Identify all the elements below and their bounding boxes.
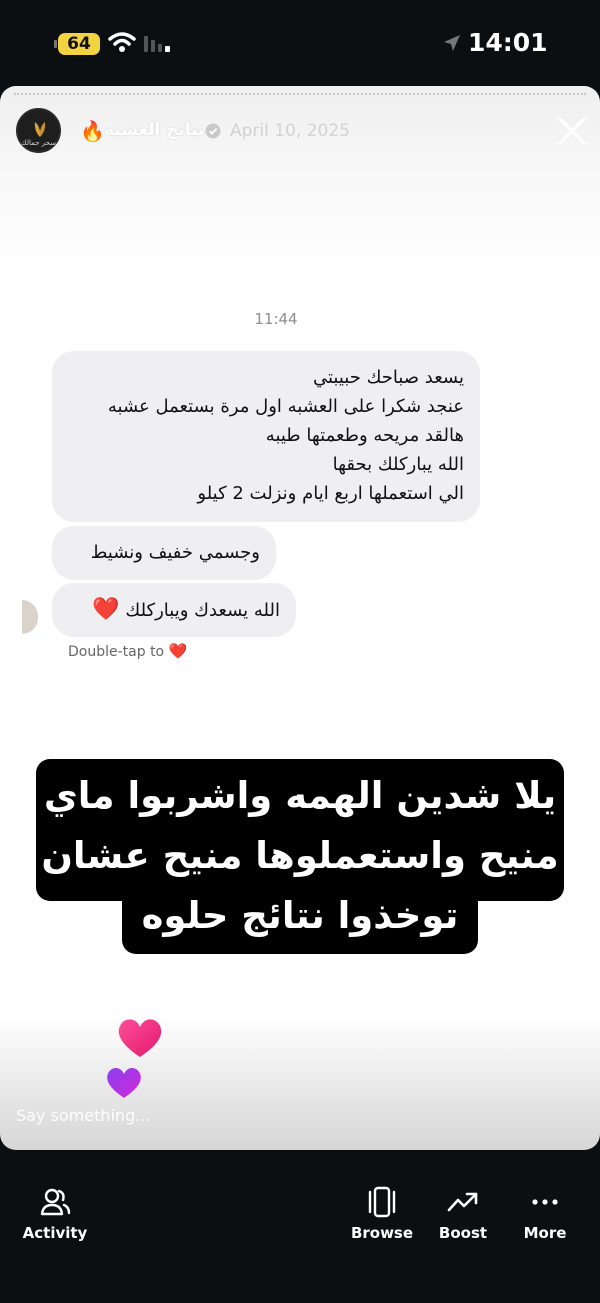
leaf-logo-icon — [34, 122, 46, 137]
reply-input[interactable]: Say something... — [16, 1106, 150, 1125]
chat-message-bubble: الله يسعدك ويباركلك ❤️ — [52, 583, 296, 637]
message-line: الي استعملها اربع ايام ونزلت 2 كيلو — [197, 483, 464, 504]
fire-emoji-icon: 🔥 — [80, 119, 105, 143]
sender-avatar — [22, 600, 38, 634]
wifi-icon — [108, 32, 136, 52]
floating-heart-icon — [118, 1019, 162, 1057]
chat-message-bubble: يسعد صباحك حبيبتي عنجد شكرا على العشبه ا… — [52, 351, 480, 522]
nav-boost-label: Boost — [438, 1224, 488, 1242]
nav-boost[interactable]: Boost — [432, 1186, 494, 1242]
more-icon — [532, 1199, 558, 1205]
message-text: وجسمي خفيف ونشيط — [90, 542, 260, 563]
message-line: هالقد مريحه وطعمتها طيبه — [265, 425, 464, 446]
nav-activity-label: Activity — [22, 1224, 88, 1242]
caption-line: توخذوا نتائج حلوه — [141, 894, 459, 937]
story-caption: يلا شدين الهمه واشربوا ماي منيح واستعملو… — [36, 766, 564, 946]
status-time: 14:01 — [468, 28, 548, 57]
battery-indicator: 64 — [58, 33, 100, 55]
nav-activity[interactable]: Activity — [18, 1186, 92, 1242]
status-bar: 64 14:01 — [0, 0, 600, 86]
chat-timestamp: 11:44 — [254, 310, 298, 328]
caption-line: يلا شدين الهمه واشربوا ماي — [43, 774, 557, 817]
trend-up-icon — [447, 1192, 478, 1212]
account-avatar[interactable]: سحر جمالك — [16, 108, 61, 153]
message-line: عنجد شكرا على العشبه اول مرة بستعمل عشبه — [107, 396, 464, 417]
nav-more-label: More — [523, 1224, 567, 1242]
message-text: الله يسعدك ويباركلك — [125, 600, 280, 621]
nav-browse-label: Browse — [350, 1224, 414, 1242]
chat-message-bubble: وجسمي خفيف ونشيط — [52, 526, 276, 580]
battery-nub — [54, 40, 57, 48]
double-tap-hint: Double-tap to ❤️ — [68, 642, 187, 660]
caption-line: منيح واستعملوها منيح عشان — [41, 834, 559, 877]
nav-browse[interactable]: Browse — [348, 1186, 416, 1242]
cellular-signal-icon — [144, 36, 170, 52]
location-arrow-icon — [444, 35, 460, 51]
bottom-navigation: Activity Browse Boost More — [0, 1150, 600, 1303]
story-progress-bar — [14, 93, 586, 95]
avatar-brand-text: سحر جمالك — [20, 139, 56, 147]
message-line: يسعد صباحك حبيبتي — [313, 367, 464, 388]
account-name[interactable]: نتائج العشبه — [104, 120, 205, 140]
double-tap-text: Double-tap to — [68, 644, 165, 660]
message-line: الله يباركلك بحقها — [332, 454, 464, 475]
nav-more[interactable]: More — [516, 1186, 574, 1242]
post-date: April 10, 2025 — [230, 121, 350, 141]
floating-heart-icon — [107, 1068, 141, 1098]
verified-badge-icon — [205, 123, 221, 139]
people-icon — [40, 1188, 71, 1216]
heart-icon: ❤️ — [168, 642, 188, 660]
browse-icon — [368, 1186, 396, 1218]
close-icon[interactable] — [557, 116, 587, 146]
heart-emoji-icon: ❤️ — [92, 597, 120, 622]
story-view[interactable]: سحر جمالك 🔥 نتائج العشبه April 10, 2025 … — [0, 86, 600, 1150]
